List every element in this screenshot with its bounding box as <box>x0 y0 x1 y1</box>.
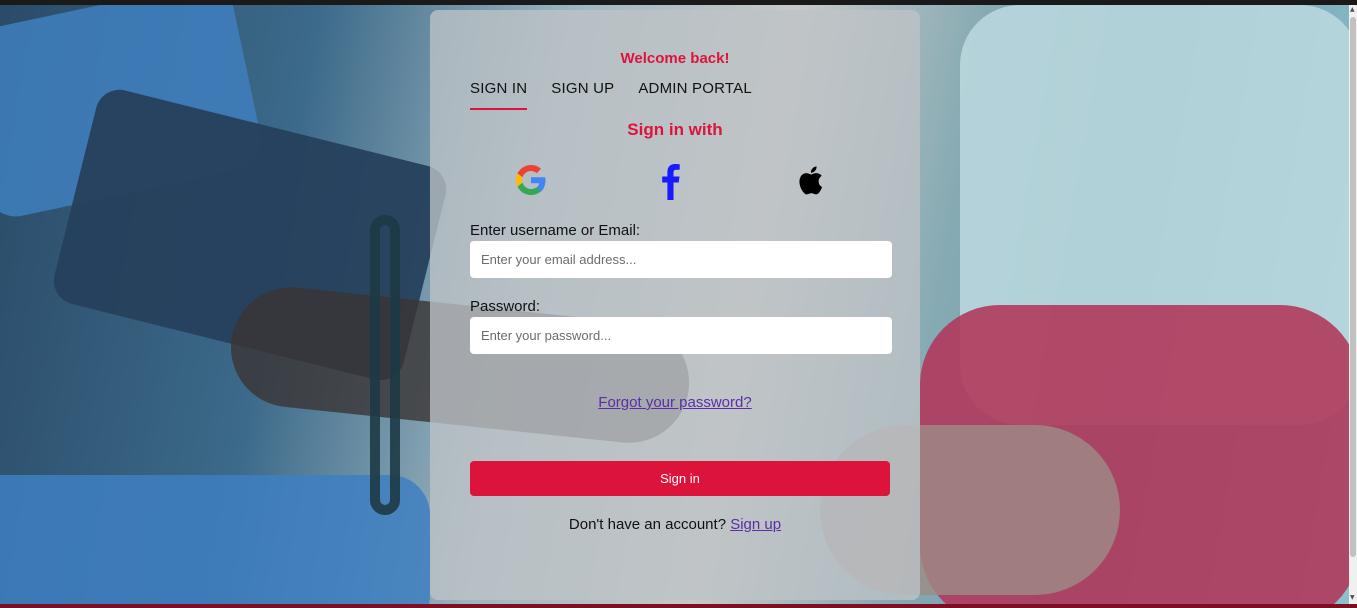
bg-stethoscope-tube <box>370 215 400 515</box>
tab-sign-up[interactable]: SIGN UP <box>551 80 614 110</box>
password-field[interactable] <box>470 317 892 354</box>
sign-up-link[interactable]: Sign up <box>730 516 781 533</box>
auth-tabs: SIGN IN SIGN UP ADMIN PORTAL <box>470 80 752 110</box>
apple-signin-button[interactable] <box>791 160 831 200</box>
bg-blue-shirt <box>0 475 430 604</box>
page-scrollbar[interactable]: ▲ ▼ <box>1349 5 1357 604</box>
sign-in-button[interactable]: Sign in <box>470 461 890 496</box>
signup-prompt: Don't have an account? Sign up <box>430 516 920 533</box>
scroll-up-icon[interactable]: ▲ <box>1350 7 1355 13</box>
username-label: Enter username or Email: <box>470 222 641 239</box>
login-card: Welcome back! SIGN IN SIGN UP ADMIN PORT… <box>430 10 920 600</box>
email-field[interactable] <box>470 241 892 278</box>
forgot-password-link[interactable]: Forgot your password? <box>430 394 920 411</box>
welcome-heading: Welcome back! <box>620 50 730 67</box>
scroll-down-icon[interactable]: ▼ <box>1350 595 1355 601</box>
window-bottom-bar <box>0 604 1357 608</box>
facebook-icon <box>662 164 680 200</box>
sign-in-with-heading: Sign in with <box>627 120 723 139</box>
google-signin-button[interactable] <box>511 160 551 200</box>
tab-admin-portal[interactable]: ADMIN PORTAL <box>638 80 752 110</box>
facebook-signin-button[interactable] <box>651 160 691 200</box>
signup-prompt-text: Don't have an account? <box>568 516 727 533</box>
scrollbar-thumb[interactable] <box>1350 17 1356 557</box>
password-label: Password: <box>470 298 541 315</box>
google-icon <box>516 165 546 195</box>
apple-icon <box>799 166 823 195</box>
tab-sign-in[interactable]: SIGN IN <box>470 80 528 110</box>
